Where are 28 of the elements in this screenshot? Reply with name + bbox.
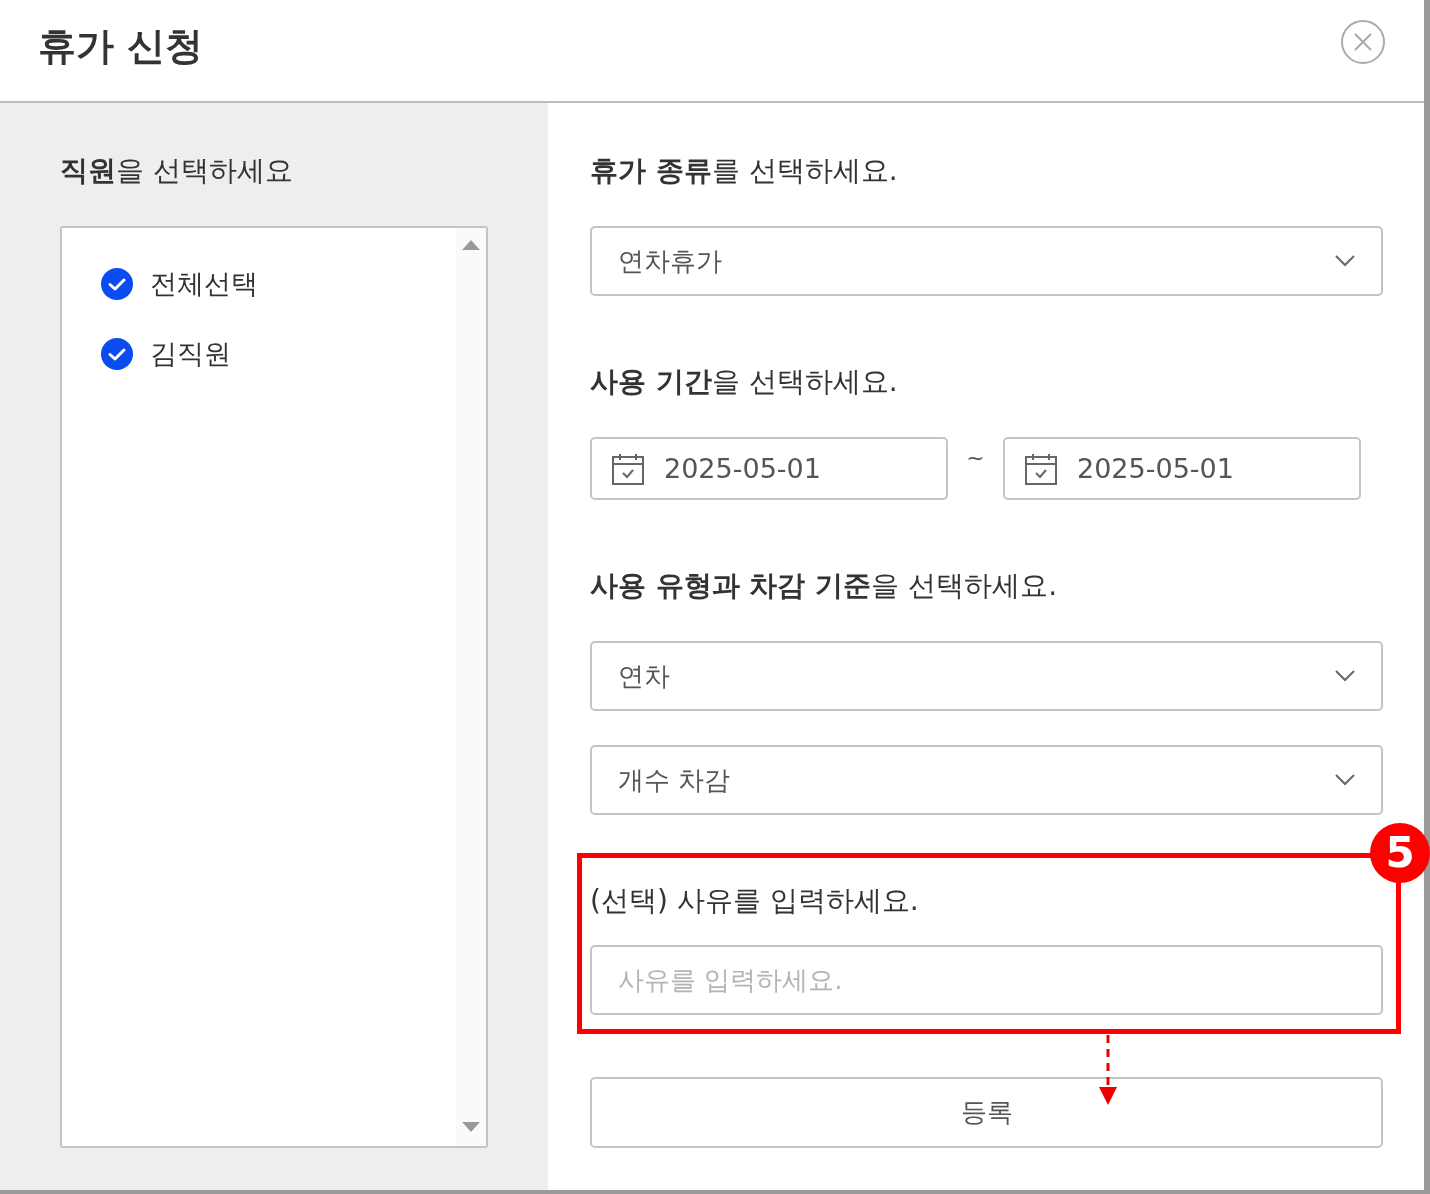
checkbox[interactable] (101, 268, 133, 300)
step-badge: 5 (1370, 823, 1430, 883)
dropdown[interactable]: 연차 (590, 641, 1383, 711)
dashed-arrow (1098, 1035, 1118, 1107)
chevron-down-icon (1335, 255, 1355, 267)
section-heading: 직원을 선택하세요 (60, 153, 294, 189)
dropdown[interactable]: 연차휴가 (590, 226, 1383, 296)
calendar-icon (1025, 452, 1057, 485)
dialog-title: 휴가 신청 (38, 23, 204, 70)
submit-button[interactable]: 등록 (590, 1077, 1383, 1148)
scroll-down-icon (462, 1122, 480, 1132)
section-heading: 사용 기간을 선택하세요. (590, 364, 899, 400)
section-heading: (선택) 사유를 입력하세요. (590, 883, 920, 919)
scrollbar[interactable] (456, 228, 486, 1146)
section-heading: 휴가 종류를 선택하세요. (590, 153, 899, 189)
section-heading: 사용 유형과 차감 기준을 선택하세요. (590, 568, 1059, 604)
date-field[interactable]: 2025-05-01 (1003, 437, 1361, 500)
scroll-up-icon (462, 240, 480, 250)
chevron-down-icon (1335, 670, 1355, 682)
checkbox[interactable] (101, 338, 133, 370)
range-separator: ~ (965, 445, 986, 470)
dropdown[interactable]: 개수 차감 (590, 745, 1383, 815)
employee-name[interactable]: 김직원 (150, 336, 231, 372)
chevron-down-icon (1335, 774, 1355, 786)
employee-name[interactable]: 전체선택 (150, 266, 258, 302)
reason-input[interactable]: 사유를 입력하세요. (590, 945, 1383, 1015)
date-field[interactable]: 2025-05-01 (590, 437, 948, 500)
calendar-icon (612, 452, 644, 485)
